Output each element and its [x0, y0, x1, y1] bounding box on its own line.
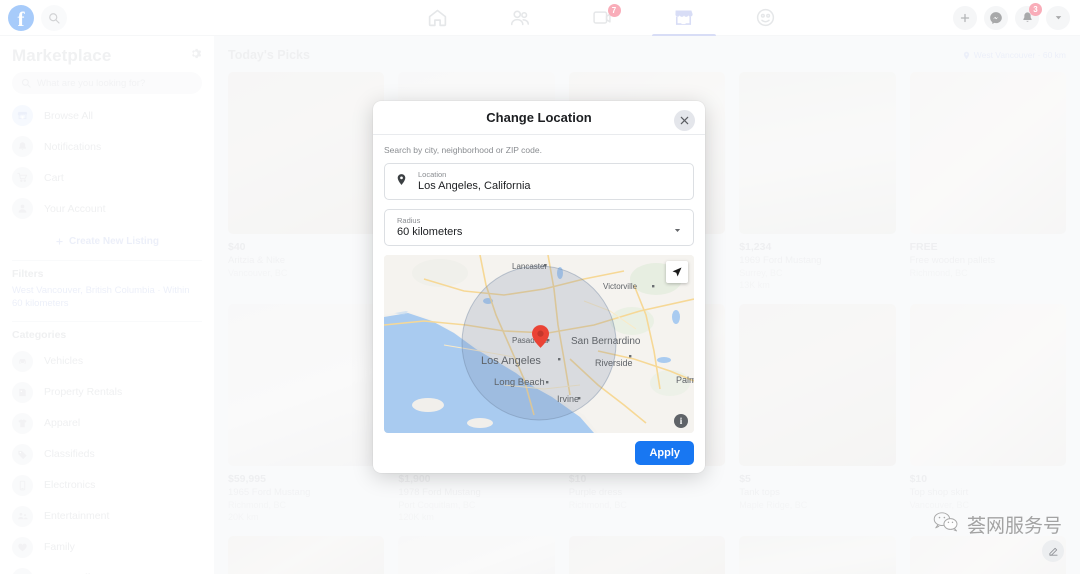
map-label: Riverside	[595, 358, 633, 368]
compose-icon[interactable]	[1042, 540, 1064, 562]
screen: f 7	[0, 0, 1080, 574]
modal-subtitle: Search by city, neighborhood or ZIP code…	[384, 145, 694, 155]
wechat-icon	[933, 511, 959, 538]
radius-select-label: Radius	[397, 217, 462, 225]
location-map[interactable]: Lancaster Victorville Pasadena San Berna…	[384, 255, 694, 433]
map-label: Victorville	[603, 282, 637, 291]
location-input-label: Location	[418, 171, 531, 179]
close-icon[interactable]	[674, 110, 695, 131]
modal-title: Change Location	[486, 110, 591, 125]
map-label: Long Beach	[494, 377, 545, 388]
modal-header: Change Location	[373, 101, 705, 135]
chevron-down-icon	[673, 226, 682, 237]
map-label: San Bernardino	[571, 336, 641, 347]
modal-footer: Apply	[373, 433, 705, 473]
watermark-text: 荟网服务号	[967, 511, 1062, 538]
map-marker-icon	[532, 325, 549, 348]
change-location-modal: Change Location Search by city, neighbor…	[373, 101, 705, 473]
wechat-watermark: 荟网服务号	[933, 511, 1062, 538]
location-input[interactable]: Location Los Angeles, California	[384, 163, 694, 200]
map-label: Irvine	[557, 394, 579, 404]
location-pin-icon	[395, 173, 409, 191]
map-label: Los Angeles	[481, 355, 541, 367]
location-input-value: Los Angeles, California	[418, 180, 531, 193]
radius-select-value: 60 kilometers	[397, 226, 462, 239]
map-label: Palm	[676, 375, 694, 385]
map-label: Lancaster	[512, 262, 547, 271]
radius-select[interactable]: Radius 60 kilometers	[384, 209, 694, 246]
navigation-arrow-icon[interactable]	[666, 261, 688, 283]
modal-body: Search by city, neighborhood or ZIP code…	[373, 135, 705, 433]
apply-button[interactable]: Apply	[635, 441, 694, 465]
